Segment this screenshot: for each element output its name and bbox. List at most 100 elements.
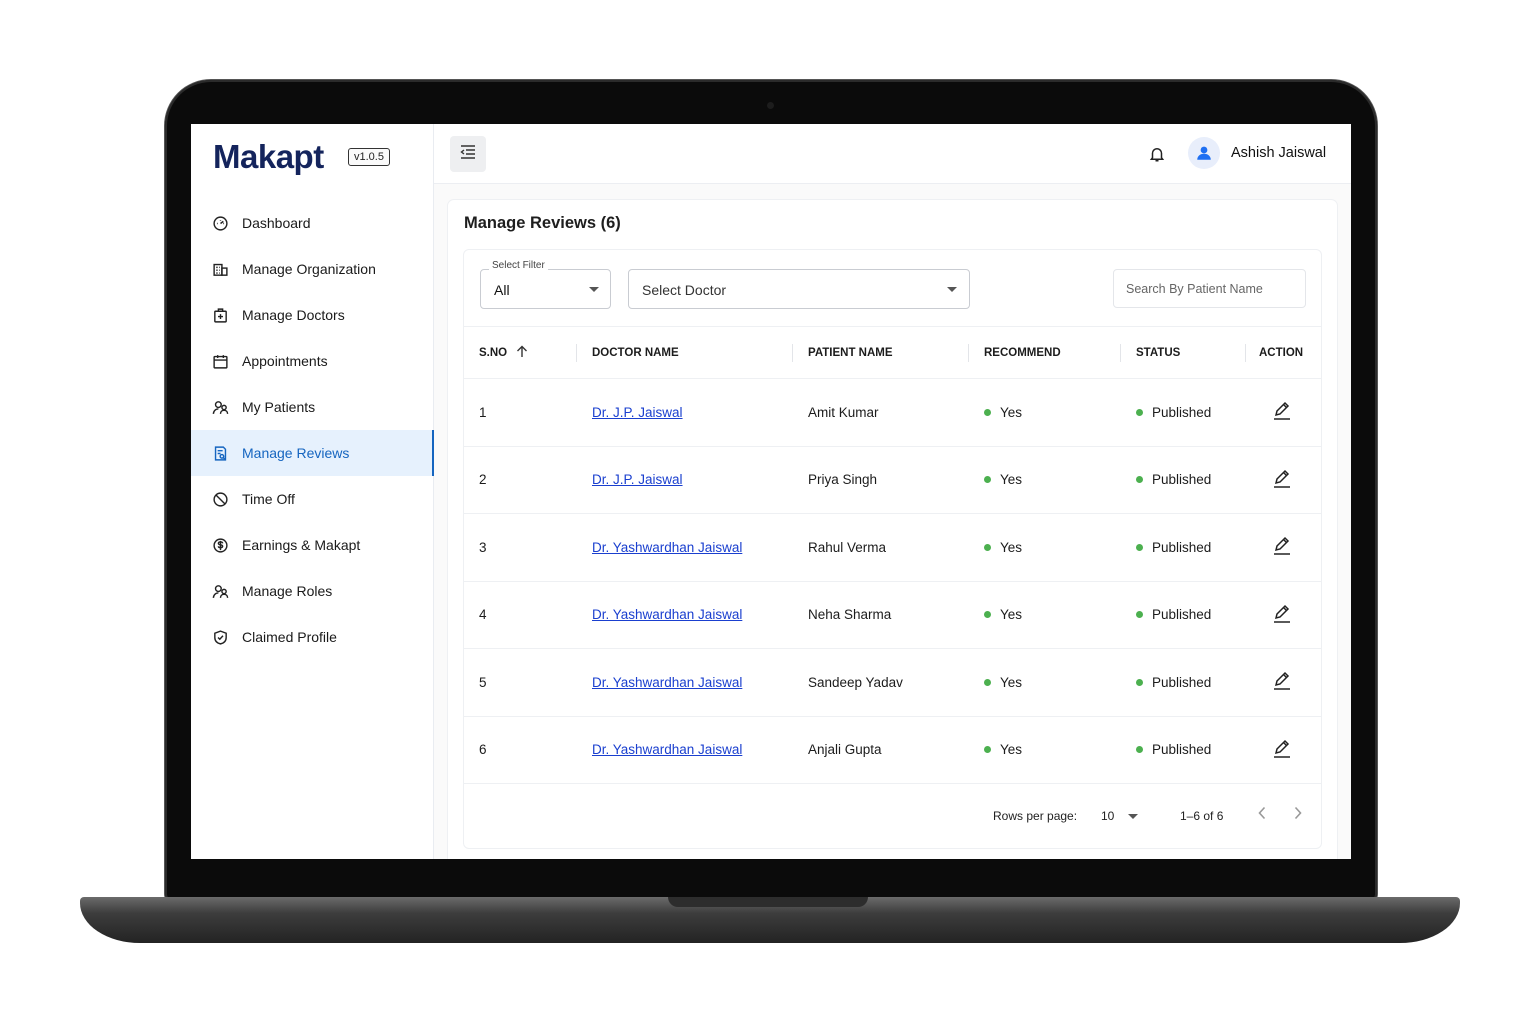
sidebar-item-dashboard[interactable]: Dashboard xyxy=(191,200,434,246)
cell-doctor: Dr. Yashwardhan Jaiswal xyxy=(577,581,793,649)
cell-recommend: Yes xyxy=(969,378,1121,447)
cell-doctor: Dr. J.P. Jaiswal xyxy=(577,446,793,514)
edit-icon[interactable] xyxy=(1273,537,1291,558)
edit-icon[interactable] xyxy=(1273,604,1291,626)
users-icon xyxy=(211,398,229,416)
cell-status: Published xyxy=(1121,648,1246,717)
column-header-sno[interactable]: S.NO xyxy=(464,326,577,379)
notifications-bell-icon[interactable] xyxy=(1148,144,1166,169)
sidebar-item-appointments[interactable]: Appointments xyxy=(191,338,434,384)
column-header-action: ACTION xyxy=(1246,326,1321,379)
cell-sno: 4 xyxy=(464,581,577,649)
cell-status: Published xyxy=(1121,716,1246,784)
dollar-circle-icon xyxy=(211,536,229,554)
column-header-status: STATUS xyxy=(1121,326,1246,379)
sidebar-item-time-off[interactable]: Time Off xyxy=(191,476,434,522)
users-icon xyxy=(211,582,229,600)
sidebar-item-label: Earnings & Makapt xyxy=(242,537,361,553)
avatar[interactable] xyxy=(1188,137,1220,169)
sort-arrow-up-icon[interactable] xyxy=(516,345,528,361)
status-dot xyxy=(984,476,991,484)
cell-patient: Sandeep Yadav xyxy=(793,648,969,717)
status-dot xyxy=(1136,408,1143,416)
version-badge: v1.0.5 xyxy=(348,148,390,166)
doctor-link[interactable]: Dr. J.P. Jaiswal xyxy=(592,472,683,487)
sidebar: Makapt v1.0.5 Dashboard Manage Organizat… xyxy=(191,124,434,859)
doctor-link[interactable]: Dr. Yashwardhan Jaiswal xyxy=(592,607,742,622)
block-icon xyxy=(211,490,229,508)
edit-icon[interactable] xyxy=(1273,469,1291,491)
chevron-down-icon xyxy=(589,287,599,292)
filter-select[interactable]: Select Filter All xyxy=(480,260,611,309)
cell-status: Published xyxy=(1121,513,1246,582)
table-row: 3 Dr. Yashwardhan Jaiswal Rahul Verma Ye… xyxy=(464,513,1321,582)
edit-icon[interactable] xyxy=(1273,672,1291,693)
cell-action xyxy=(1246,513,1321,582)
cell-sno: 6 xyxy=(464,716,577,784)
sidebar-item-manage-organization[interactable]: Manage Organization xyxy=(191,246,434,292)
sidebar-item-earnings[interactable]: Earnings & Makapt xyxy=(191,522,434,568)
doctor-select[interactable]: Select Doctor xyxy=(628,269,970,309)
chevron-down-icon[interactable] xyxy=(1128,814,1138,819)
cell-action xyxy=(1246,446,1321,514)
sidebar-item-label: Manage Doctors xyxy=(242,307,345,323)
doctor-link[interactable]: Dr. Yashwardhan Jaiswal xyxy=(592,540,742,555)
chevron-left-icon[interactable] xyxy=(1257,805,1267,824)
menu-toggle-button[interactable] xyxy=(450,136,486,172)
column-header-doctor-name: DOCTOR NAME xyxy=(577,326,793,379)
sidebar-item-label: Time Off xyxy=(242,491,295,507)
sidebar-item-label: Manage Reviews xyxy=(242,445,350,461)
status-dot xyxy=(1136,678,1143,686)
cell-patient: Neha Sharma xyxy=(793,581,969,649)
cell-patient: Priya Singh xyxy=(793,446,969,514)
edit-icon[interactable] xyxy=(1273,739,1291,761)
cell-patient: Amit Kumar xyxy=(793,378,969,447)
cell-action xyxy=(1246,648,1321,717)
cell-recommend: Yes xyxy=(969,513,1121,582)
status-dot xyxy=(984,611,991,619)
cell-sno: 3 xyxy=(464,513,577,582)
cell-sno: 1 xyxy=(464,378,577,447)
cell-action xyxy=(1246,581,1321,649)
sidebar-item-claimed-profile[interactable]: Claimed Profile xyxy=(191,614,434,660)
cell-patient: Rahul Verma xyxy=(793,513,969,582)
menu-collapse-icon xyxy=(460,144,476,164)
app-screen: Makapt v1.0.5 Dashboard Manage Organizat… xyxy=(191,124,1351,859)
doctor-link[interactable]: Dr. Yashwardhan Jaiswal xyxy=(592,675,742,690)
table-row: 5 Dr. Yashwardhan Jaiswal Sandeep Yadav … xyxy=(464,648,1321,717)
cell-recommend: Yes xyxy=(969,446,1121,514)
brand-logo[interactable]: Makapt xyxy=(213,138,324,176)
cell-status: Published xyxy=(1121,378,1246,447)
speedometer-icon xyxy=(211,214,229,232)
chevron-right-icon[interactable] xyxy=(1293,805,1303,824)
sidebar-nav: Dashboard Manage Organization Manage Doc… xyxy=(191,200,434,660)
status-dot xyxy=(1136,543,1143,551)
column-header-recommend: RECOMMEND xyxy=(969,326,1121,379)
doctor-link[interactable]: Dr. J.P. Jaiswal xyxy=(592,405,683,420)
camera xyxy=(767,102,774,109)
sidebar-item-my-patients[interactable]: My Patients xyxy=(191,384,434,430)
cell-doctor: Dr. Yashwardhan Jaiswal xyxy=(577,513,793,582)
cell-recommend: Yes xyxy=(969,716,1121,784)
sidebar-item-manage-doctors[interactable]: Manage Doctors xyxy=(191,292,434,338)
status-dot xyxy=(984,678,991,686)
rows-per-page-label: Rows per page: xyxy=(993,809,1078,823)
user-name[interactable]: Ashish Jaiswal xyxy=(1231,145,1326,161)
cell-recommend: Yes xyxy=(969,648,1121,717)
reviews-card: Manage Reviews (6) Select Filter All Sel… xyxy=(448,200,1337,859)
column-header-patient-name: PATIENT NAME xyxy=(793,326,969,379)
edit-icon[interactable] xyxy=(1273,402,1291,423)
table-header-row: S.NO DOCTOR NAME PATIENT NAME RECOMMEND … xyxy=(464,326,1321,379)
sidebar-item-manage-roles[interactable]: Manage Roles xyxy=(191,568,434,614)
sidebar-item-manage-reviews[interactable]: Manage Reviews xyxy=(191,430,434,476)
search-input[interactable] xyxy=(1113,269,1306,308)
sidebar-item-label: Manage Roles xyxy=(242,583,333,599)
shield-check-icon xyxy=(211,628,229,646)
sidebar-item-label: Appointments xyxy=(242,353,328,369)
doctor-link[interactable]: Dr. Yashwardhan Jaiswal xyxy=(592,742,742,757)
filter-value: All xyxy=(494,282,510,298)
status-dot xyxy=(1136,476,1143,484)
table-row: 2 Dr. J.P. Jaiswal Priya Singh Yes Publi… xyxy=(464,446,1321,514)
rows-per-page-select[interactable]: 10 xyxy=(1101,809,1114,823)
page-title: Manage Reviews (6) xyxy=(464,214,621,232)
